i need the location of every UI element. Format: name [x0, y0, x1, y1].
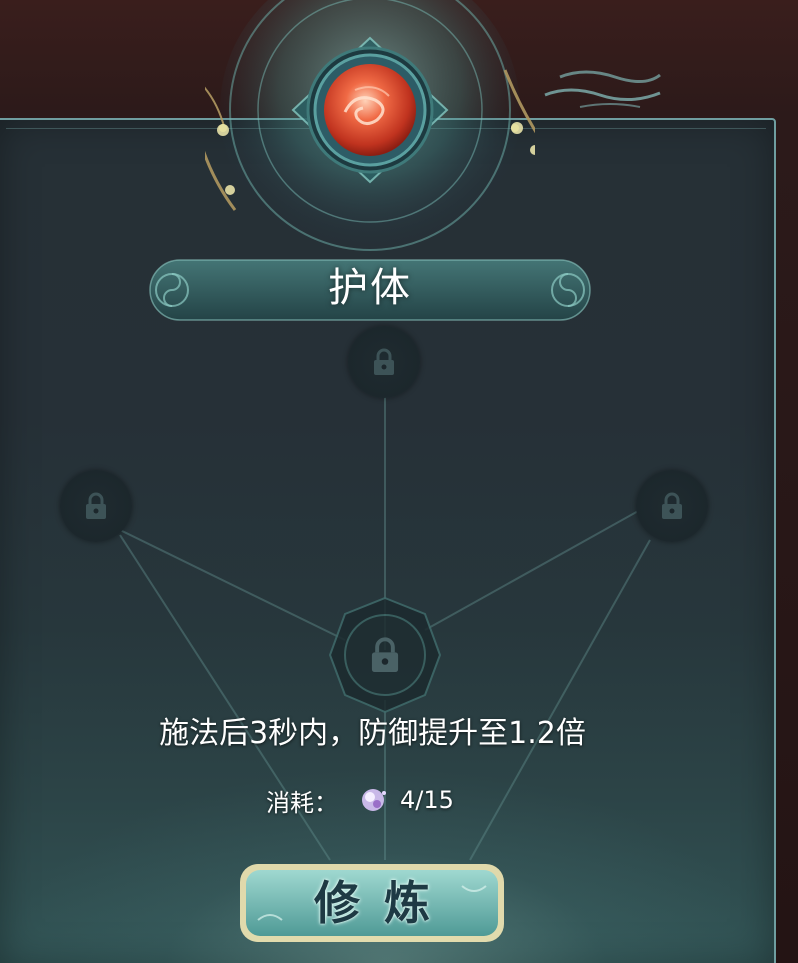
- cost-amount: 4/15: [400, 786, 454, 814]
- fire-orb-icon: [324, 64, 416, 156]
- lock-icon: [374, 348, 394, 375]
- skill-title-banner: 护体: [132, 254, 608, 326]
- skill-node-center[interactable]: [345, 615, 425, 695]
- lock-icon: [371, 637, 399, 672]
- skill-node-top[interactable]: [348, 326, 420, 398]
- tree-link-right-center: [424, 509, 641, 631]
- cost-label: 消耗：: [266, 788, 338, 817]
- skill-node-left[interactable]: [60, 470, 132, 542]
- cost-row: 消耗： 4/15: [266, 780, 454, 820]
- lock-icon: [86, 492, 106, 519]
- spirit-pearl-icon: [362, 789, 386, 811]
- skill-title: 护体: [328, 265, 412, 311]
- tree-link-right-bottom: [469, 539, 651, 861]
- tree-link-left-center: [119, 529, 346, 641]
- lock-icon: [662, 492, 682, 519]
- cultivate-button[interactable]: 修炼: [236, 860, 508, 946]
- game-screen: 护体 施法后3秒内，防御提升至1.2倍 消耗： 4/15 修炼: [0, 0, 798, 963]
- skill-description: 施法后3秒内，防御提升至1.2倍: [159, 716, 586, 751]
- cultivate-button-label: 修炼: [314, 876, 454, 930]
- skill-node-right[interactable]: [636, 470, 708, 542]
- skill-emblem: [205, 0, 535, 260]
